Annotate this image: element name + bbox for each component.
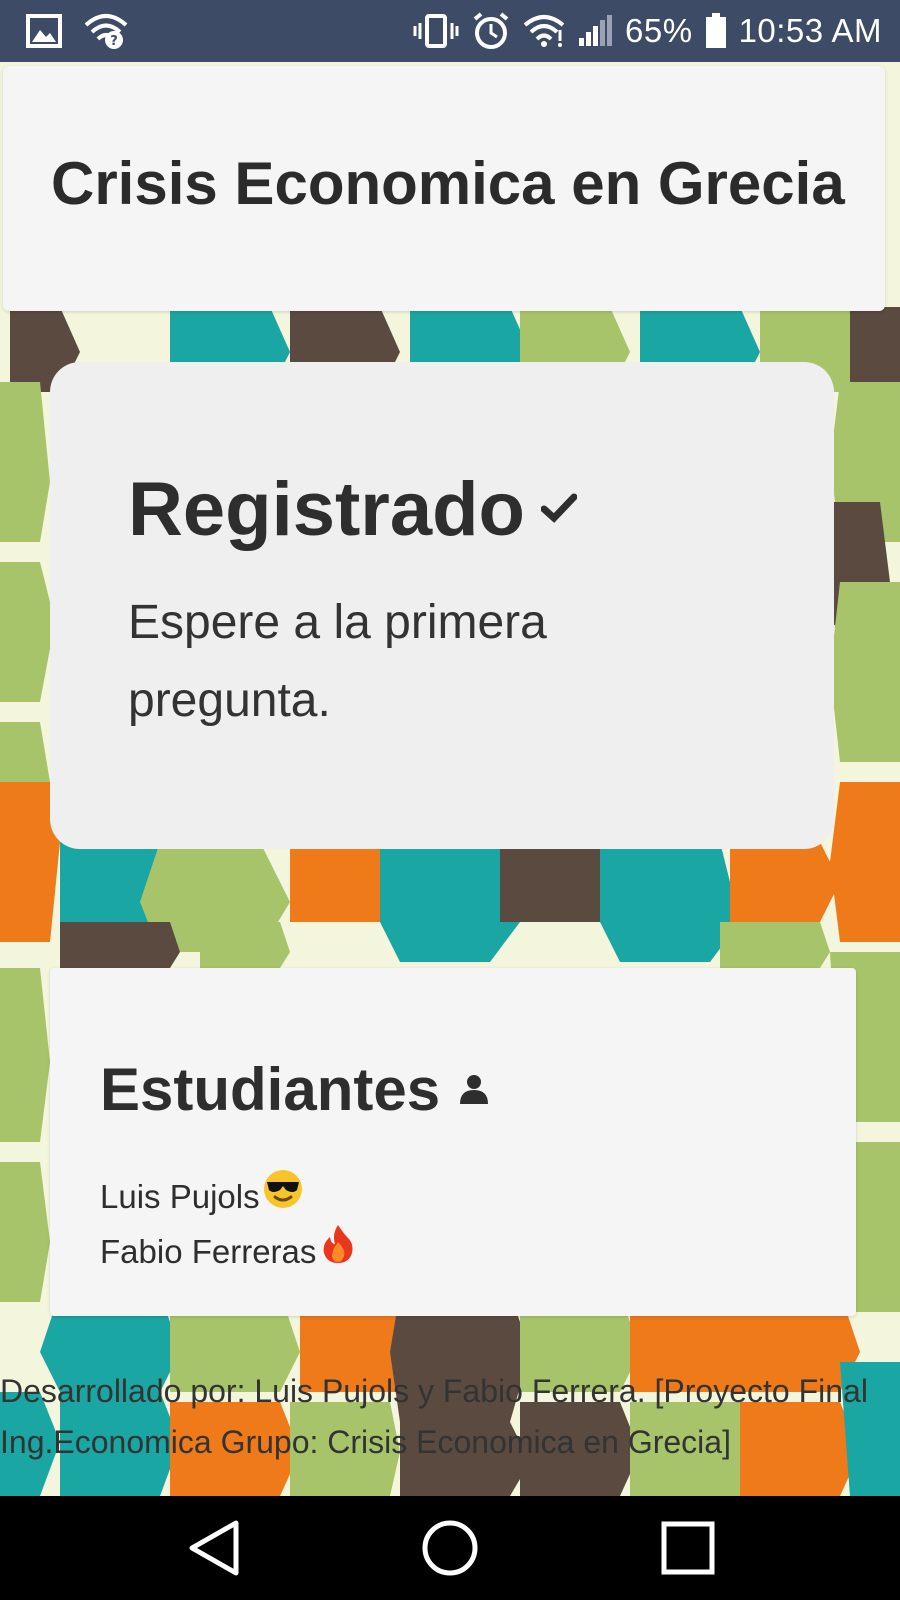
clock: 10:53 AM [738,12,882,49]
image-icon [26,14,62,48]
vibrate-icon [413,13,459,49]
sunglasses-face-icon [262,1168,304,1224]
students-card: Estudiantes Luis Pujols Fabio Ferreras [50,968,856,1316]
user-icon [458,1072,490,1109]
panel-title-row: Registrado [128,467,578,552]
student-name: Fabio Ferreras [100,1232,317,1270]
list-item: Fabio Ferreras [100,1224,354,1278]
recents-icon[interactable] [660,1518,716,1583]
header-card: Crisis Economica en Grecia [3,66,885,311]
battery-percent: 65% [625,12,693,49]
battery-icon [705,13,727,49]
student-name: Luis Pujols [100,1177,260,1215]
students-title: Estudiantes [100,1056,441,1123]
panel-title: Registrado [128,467,525,552]
students-title-row: Estudiantes [100,1060,490,1120]
registration-status-panel: Registrado Espere a la primera pregunta. [50,362,834,849]
navigation-bar [0,1496,900,1600]
signal-icon [577,14,613,48]
wifi-question-icon: ? [84,13,128,49]
screen: ? 65% 10:53 AM Crisis Economica en Greci… [0,0,900,1600]
wifi-icon [523,14,565,48]
status-bar: ? 65% 10:53 AM [0,0,900,62]
fire-icon [322,1224,354,1278]
home-icon[interactable] [420,1518,480,1583]
status-bar-left: ? [26,13,128,49]
checkmark-icon [540,493,578,528]
alarm-icon [471,11,511,51]
status-bar-right: 65% 10:53 AM [413,11,882,51]
page-title: Crisis Economica en Grecia [51,150,845,217]
panel-message: Espere a la primera pregunta. [128,596,547,727]
svg-text:?: ? [110,34,118,49]
list-item: Luis Pujols [100,1168,354,1224]
students-list: Luis Pujols Fabio Ferreras [100,1168,354,1278]
footer-credits: Desarrollado por: Luis Pujols y Fabio Fe… [0,1373,868,1460]
back-icon[interactable] [186,1518,242,1583]
